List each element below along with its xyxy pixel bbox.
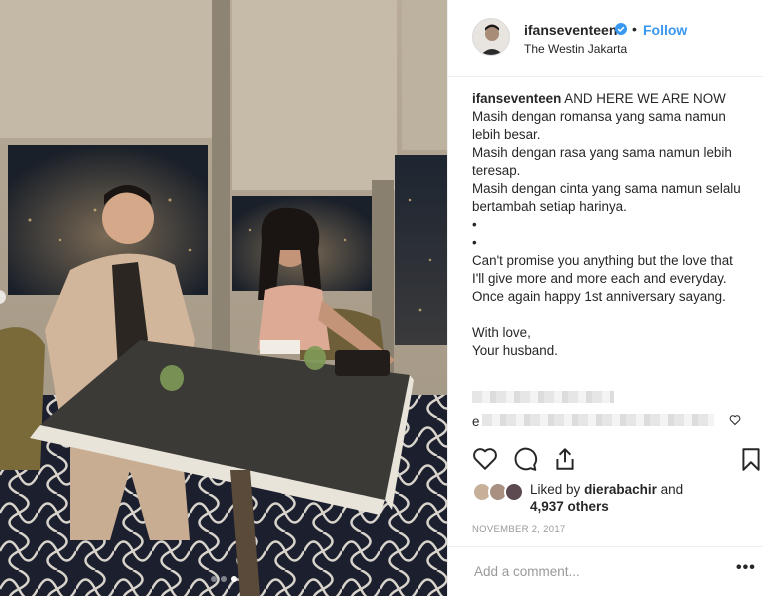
heart-icon[interactable] [472, 446, 498, 472]
caption-username[interactable]: ifanseventeen [472, 91, 561, 106]
caption-line: With love, [472, 325, 531, 340]
post-photo[interactable] [0, 0, 447, 596]
comment-partial-text: e [472, 414, 480, 429]
likes-text: Liked by dierabachir and 4,937 others [530, 481, 683, 515]
post-panel: ifanseventeen • Follow The Westin Jakart… [447, 0, 763, 596]
carousel-dot [210, 576, 217, 582]
caption-first-line: AND HERE WE ARE NOW [564, 91, 726, 106]
photo-illustration [0, 0, 447, 596]
header-separator: • [632, 21, 637, 37]
likes-others-link[interactable]: 4,937 others [530, 499, 609, 514]
verified-badge-icon [615, 23, 627, 35]
caption-line: Once again happy 1st anniversary sayang. [472, 289, 726, 304]
caption-line: • [472, 217, 477, 232]
blurred-comment [482, 414, 714, 426]
caption-line: Your husband. [472, 343, 558, 358]
avatar[interactable] [472, 18, 510, 56]
carousel-dot-active [230, 576, 237, 582]
post-caption: ifanseventeen AND HERE WE ARE NOW Masih … [472, 90, 748, 360]
comment-like-icon[interactable] [729, 414, 741, 426]
carousel-dot [220, 576, 227, 582]
action-bar [472, 446, 763, 474]
caption-line [472, 306, 748, 324]
caption-line: Can't promise you anything but the love … [472, 253, 733, 286]
bookmark-icon[interactable] [738, 446, 763, 472]
post-header: ifanseventeen • Follow The Westin Jakart… [448, 0, 763, 77]
share-icon[interactable] [552, 446, 578, 472]
username-link[interactable]: ifanseventeen [524, 22, 617, 38]
comment-form: ••• [448, 546, 763, 596]
caption-line: • [472, 235, 477, 250]
post-date[interactable]: NOVEMBER 2, 2017 [472, 524, 566, 535]
liker-avatar[interactable] [504, 482, 524, 502]
caption-line: Masih dengan cinta yang sama namun selal… [472, 181, 741, 214]
comment-input[interactable] [472, 559, 716, 583]
likes-prefix: Liked by [530, 482, 581, 497]
liker-username-link[interactable]: dierabachir [584, 482, 657, 497]
carousel-indicator [0, 576, 447, 582]
blurred-comment [472, 391, 614, 403]
likes-summary: Liked by dierabachir and 4,937 others [472, 480, 752, 520]
caption-line: Masih dengan romansa yang sama namun leb… [472, 109, 726, 142]
likes-conjunction: and [660, 482, 684, 497]
location-link[interactable]: The Westin Jakarta [524, 42, 627, 56]
caption-line: Masih dengan rasa yang sama namun lebih … [472, 145, 732, 178]
more-options-icon[interactable]: ••• [736, 559, 756, 577]
comment-icon[interactable] [512, 446, 538, 472]
follow-button[interactable]: Follow [643, 22, 687, 38]
